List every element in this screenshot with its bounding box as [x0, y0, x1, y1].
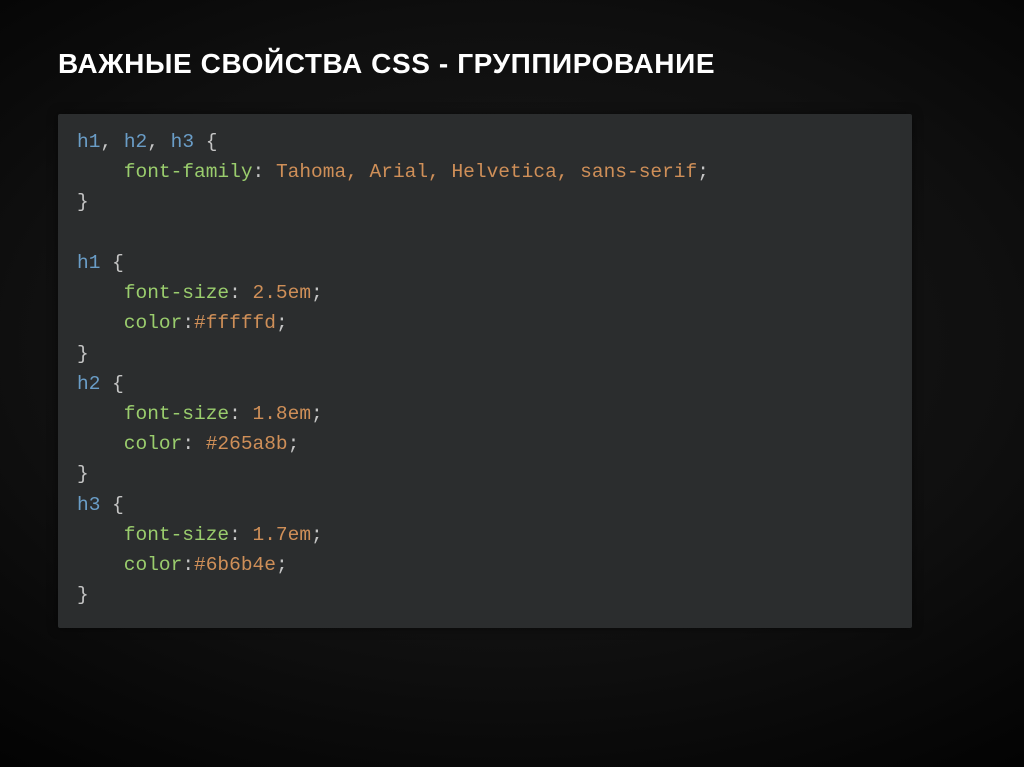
code-panel: h1, h2, h3 { font-family: Tahoma, Arial,…: [58, 114, 912, 628]
slide: ВАЖНЫЕ СВОЙСТВА CSS - ГРУППИРОВАНИЕ h1, …: [0, 0, 1024, 628]
css-code-block: h1, h2, h3 { font-family: Tahoma, Arial,…: [77, 127, 893, 611]
slide-title: ВАЖНЫЕ СВОЙСТВА CSS - ГРУППИРОВАНИЕ: [58, 48, 966, 80]
